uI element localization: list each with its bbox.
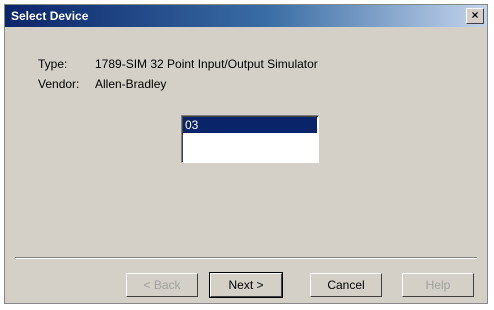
dialog-title: Select Device — [11, 9, 89, 23]
cancel-button[interactable]: Cancel — [310, 273, 382, 297]
help-button[interactable]: Help — [402, 273, 474, 297]
separator — [15, 257, 477, 259]
back-button[interactable]: < Back — [126, 273, 198, 297]
close-button[interactable]: × — [466, 8, 484, 24]
close-icon: × — [471, 8, 479, 22]
select-device-dialog: Select Device × Type: 1789-SIM 32 Point … — [4, 4, 488, 304]
next-button[interactable]: Next > — [209, 272, 283, 298]
vendor-value: Allen-Bradley — [95, 77, 167, 91]
type-label: Type: — [38, 57, 68, 71]
title-bar[interactable]: Select Device × — [5, 5, 487, 27]
device-listbox[interactable]: 03 — [181, 115, 319, 163]
type-value: 1789-SIM 32 Point Input/Output Simulator — [95, 57, 318, 71]
vendor-label: Vendor: — [38, 77, 80, 91]
list-item-selected[interactable]: 03 — [183, 117, 317, 133]
